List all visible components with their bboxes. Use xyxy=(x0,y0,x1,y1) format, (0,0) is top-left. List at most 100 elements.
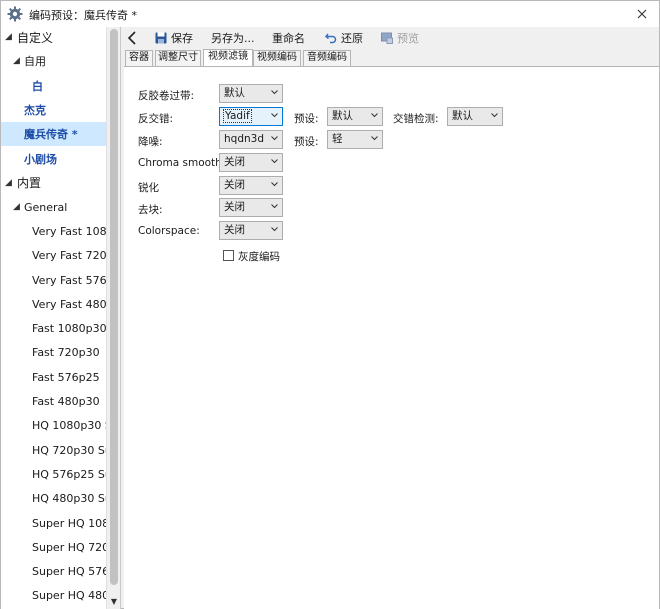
tree-item[interactable]: Very Fast 720p xyxy=(1,244,114,268)
tree-item[interactable]: ◢ 自用 xyxy=(1,49,106,73)
tree-item[interactable]: Super HQ 480p xyxy=(1,584,116,608)
expand-arrow-icon[interactable]: ◢ xyxy=(13,202,20,212)
revert-button[interactable]: 还原 xyxy=(325,29,363,47)
tree-item[interactable]: Very Fast 480p xyxy=(1,292,114,316)
tree-item-label: 自定义 xyxy=(17,30,54,45)
chevron-left-icon xyxy=(127,31,136,45)
tree-item[interactable]: Super HQ 720p xyxy=(1,535,116,559)
deblock-label: 去块: xyxy=(138,204,163,216)
tab-container[interactable]: 容器 xyxy=(125,50,153,66)
tree-item-label: Fast 576p25 xyxy=(32,370,100,384)
tree-item-label: 杰克 xyxy=(24,103,46,117)
tab-audio-encoding[interactable]: 音频编码 xyxy=(303,50,351,66)
tree-item-label: 内置 xyxy=(17,176,42,191)
tree-item[interactable]: ◢ General xyxy=(1,195,106,219)
denoise-preset-select[interactable]: 轻 xyxy=(327,130,383,149)
video-filters-panel: 反胶卷过带: 默认 反交错: Yadif 预设: 默认 交错检测: 默认 降噪:… xyxy=(124,66,659,609)
detelecine-select[interactable]: 默认 xyxy=(219,84,283,103)
tree-item-label: Super HQ 1080 xyxy=(32,516,117,530)
denoise-label: 降噪: xyxy=(138,136,163,148)
tree-item[interactable]: HQ 576p25 Sur xyxy=(1,462,116,486)
floppy-disk-icon xyxy=(155,32,167,44)
deinterlace-preset-select[interactable]: 默认 xyxy=(327,107,383,126)
denoise-select[interactable]: hqdn3d xyxy=(219,130,283,149)
comb-detect-select[interactable]: 默认 xyxy=(447,107,503,126)
tree-item-label: 自用 xyxy=(24,55,46,69)
colorspace-select[interactable]: 关闭 xyxy=(219,221,283,240)
chevron-down-icon xyxy=(271,90,278,95)
tree-item[interactable]: HQ 480p30 Sur xyxy=(1,487,116,511)
deinterlace-preset-label: 预设: xyxy=(294,113,319,125)
save-button[interactable]: 保存 xyxy=(155,29,193,47)
tree-item-label: HQ 576p25 Sur xyxy=(32,467,117,481)
preset-tree[interactable]: ◢ 自定义 ◢ 自用白杰克魔兵传奇 * 小剧场 ◢ 内置 ◢ General Very Fast … xyxy=(1,27,121,609)
sharpen-select[interactable]: 关闭 xyxy=(219,176,283,195)
chevron-down-icon xyxy=(271,113,278,118)
chevron-down-icon xyxy=(491,113,498,118)
tree-item[interactable]: Very Fast 576p xyxy=(1,268,114,292)
tab-video-encoding[interactable]: 视频编码 xyxy=(253,50,301,66)
preview-button[interactable]: 预览 xyxy=(381,29,419,47)
expand-arrow-icon[interactable]: ◢ xyxy=(5,32,12,42)
scroll-down-icon[interactable]: ▼ xyxy=(109,597,119,607)
tree-item[interactable]: ◢ 内置 xyxy=(1,171,106,195)
tree-item[interactable]: ◢ 自定义 xyxy=(1,27,106,49)
deinterlace-select[interactable]: Yadif xyxy=(219,107,283,126)
tree-item[interactable]: Fast 576p25 xyxy=(1,365,106,389)
deinterlace-label: 反交错: xyxy=(138,113,174,125)
preset-window: 编码预设：魔兵传奇 * ◢ 自定义 ◢ 自用白杰克魔兵传奇 * 小剧场 ◢ 内置 ◢ Gener… xyxy=(0,0,660,609)
tree-item[interactable]: Fast 720p30 xyxy=(1,341,106,365)
tree-item-label: Very Fast 576p xyxy=(32,273,114,287)
tree-item[interactable]: HQ 720p30 Sur xyxy=(1,438,116,462)
tree-item-label: General xyxy=(24,200,68,214)
save-as-button[interactable]: 另存为... xyxy=(211,29,255,47)
tree-item-label: 魔兵传奇 * xyxy=(24,128,78,142)
tree-item-label: Fast 720p30 xyxy=(32,346,100,360)
tree-item[interactable]: 魔兵传奇 * xyxy=(1,122,106,147)
scrollbar-thumb[interactable] xyxy=(110,29,118,585)
tree-item[interactable]: Super HQ 576p xyxy=(1,560,116,584)
tree-item-label: Super HQ 480p xyxy=(32,589,117,603)
chevron-down-icon xyxy=(271,159,278,164)
tree-item[interactable]: HQ 1080p30 Sı xyxy=(1,414,115,438)
tree-item[interactable]: 白 xyxy=(1,74,106,98)
chroma-smooth-label: Chroma smooth: xyxy=(138,157,226,169)
tree-item[interactable]: Super HQ 1080 xyxy=(1,511,116,535)
toolbar: 保存 另存为... 重命名 还原 预览 xyxy=(123,27,659,49)
preview-label: 预览 xyxy=(397,32,419,45)
close-icon xyxy=(637,9,647,19)
comb-detect-label: 交错检测: xyxy=(393,113,439,125)
tree-item-label: Very Fast 1080 xyxy=(32,224,114,238)
deblock-select[interactable]: 关闭 xyxy=(219,198,283,217)
chevron-down-icon xyxy=(371,136,378,141)
tree-item-label: Very Fast 720p xyxy=(32,249,114,263)
tree-item-label: HQ 720p30 Sur xyxy=(32,443,117,457)
chevron-down-icon xyxy=(371,113,378,118)
tree-item[interactable]: 杰克 xyxy=(1,98,106,122)
grayscale-checkbox[interactable] xyxy=(223,250,234,261)
save-label: 保存 xyxy=(171,32,193,45)
expand-arrow-icon[interactable]: ◢ xyxy=(13,56,20,66)
revert-label: 还原 xyxy=(341,32,363,45)
tree-item[interactable]: Fast 480p30 xyxy=(1,390,106,414)
tree-item-label: 小剧场 xyxy=(24,152,57,166)
tree-item-label: 白 xyxy=(32,79,43,93)
denoise-preset-label: 预设: xyxy=(294,136,319,148)
back-button[interactable] xyxy=(127,29,141,47)
close-button[interactable] xyxy=(631,3,653,25)
preview-icon xyxy=(381,32,393,44)
rename-button[interactable]: 重命名 xyxy=(272,29,305,47)
title-bar: 编码预设：魔兵传奇 * xyxy=(1,1,659,27)
tree-item[interactable]: Fast 1080p30 xyxy=(1,317,107,341)
chevron-down-icon xyxy=(271,136,278,141)
tree-item[interactable]: Very Fast 1080 xyxy=(1,219,114,243)
tree-scrollbar[interactable]: ▼ xyxy=(106,27,120,609)
tab-resize[interactable]: 调整尺寸 xyxy=(155,50,201,66)
colorspace-label: Colorspace: xyxy=(138,225,200,237)
tree-item-label: HQ 1080p30 Sı xyxy=(32,419,115,433)
tab-video-filters[interactable]: 视频滤镜 xyxy=(203,49,253,66)
expand-arrow-icon[interactable]: ◢ xyxy=(5,178,12,188)
chevron-down-icon xyxy=(271,227,278,232)
tree-item[interactable]: 小剧场 xyxy=(1,147,106,171)
chroma-smooth-select[interactable]: 关闭 xyxy=(219,153,283,172)
